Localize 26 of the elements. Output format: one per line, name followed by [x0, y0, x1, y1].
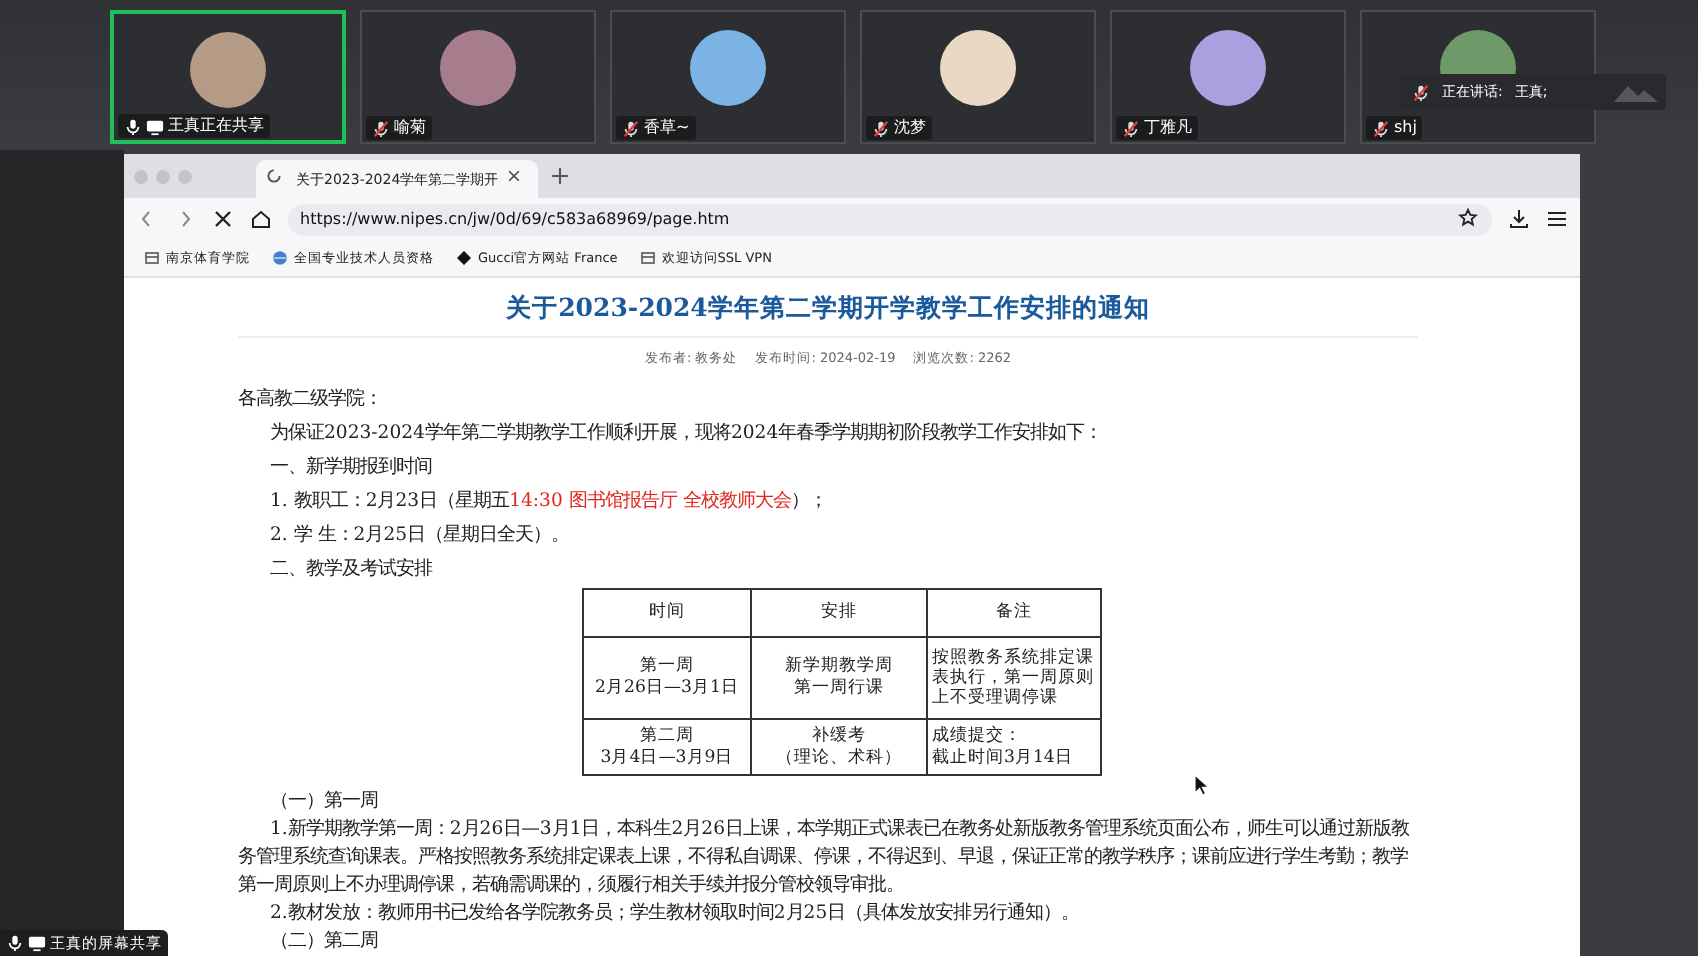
column-header: 时间 — [583, 589, 751, 637]
table-cell: 成绩提交： 截止时间3月14日 — [927, 719, 1101, 775]
participant-name: 沈梦 — [894, 116, 926, 140]
paragraph: 2. 学 生：2月25日（星期日全天）。 — [268, 522, 572, 550]
paragraph: 1. 教职工：2月23日（星期五14:30 图书馆报告厅 全校教师大会）； — [268, 488, 829, 516]
paragraph: 1.新学期教学第一周：2月26日—3月1日，本科生2月26日上课，本学期正式课表已在教务处新版教务管理系统页面公布，师生可以通过新版教务管理系统查询课表。严格按照教务系统排定课表上课，不得私自调课、停课，不得迟到、早退，保证正常的教学秩序；课前应进行学生考勤；教学第一周原则上不办理调停课，若确需调课的，须履行相关手续并报分管校领导审批。 — [238, 816, 1411, 900]
participant-name: 喻菊 — [394, 116, 426, 140]
table-cell: 按照教务系统排定课表执行，第一周原则上不受理调停课 — [927, 637, 1101, 719]
paragraph: （二）第二周 — [268, 928, 380, 956]
table-cell: 第二周 3月4日—3月9日 — [583, 719, 751, 775]
paragraph: 二、教学及考试安排 — [268, 556, 435, 584]
notice-title: 关于2023-2024学年第二学期开学教学工作安排的通知 — [238, 278, 1418, 338]
participant-name: 丁雅凡 — [1144, 116, 1192, 140]
paragraph: 为保证2023-2024学年第二学期教学工作顺利开展，现将2024年春季学期期初阶段教学工作安排如下： — [268, 420, 1105, 448]
participant-name: 王真正在共享 — [168, 114, 264, 138]
paragraph: 一、新学期报到时间 — [268, 454, 434, 482]
paragraph: 各高教二级学院： — [238, 386, 384, 414]
participant-name: shj — [1394, 116, 1417, 140]
column-header: 备注 — [927, 589, 1101, 637]
table-cell: 补缓考 （理论、术科） — [751, 719, 927, 775]
paragraph: 2.教材发放：教师用书已发给各学院教务员；学生教材领取时间2月25日（具体发放安排另行通知）。 — [268, 900, 1082, 928]
column-header: 安排 — [751, 589, 927, 637]
table-cell: 新学期教学周 第一周行课 — [751, 637, 927, 719]
participant-name: 香草~ — [644, 116, 690, 140]
paragraph: （一）第一周 — [268, 788, 380, 816]
table-cell: 第一周 2月26日—3月1日 — [583, 637, 751, 719]
